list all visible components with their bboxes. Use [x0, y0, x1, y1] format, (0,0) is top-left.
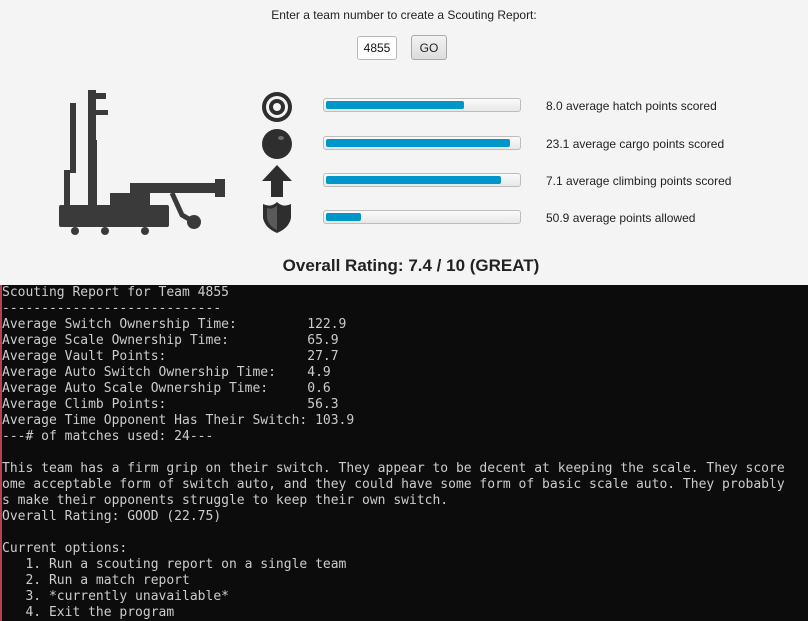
hatch-panel-icon — [262, 92, 292, 122]
points-allowed-bar-fill — [326, 213, 361, 221]
team-number-prompt: Enter a team number to create a Scouting… — [271, 8, 537, 22]
console-line: ome acceptable form of switch auto, and … — [2, 477, 785, 492]
hatch-points-bar — [323, 98, 521, 112]
points-allowed-label: 50.9 average points allowed — [546, 211, 696, 225]
climbing-points-label: 7.1 average climbing points scored — [546, 174, 732, 188]
console-line: Average Time Opponent Has Their Switch: … — [2, 413, 355, 428]
console-line: Scouting Report for Team 4855 — [2, 285, 229, 300]
console-line: s make their opponents struggle to keep … — [2, 493, 449, 508]
console-line: Average Auto Scale Ownership Time: 0.6 — [2, 381, 331, 396]
console-line: Current options: — [2, 541, 128, 556]
shield-icon — [263, 202, 291, 233]
scouting-gui-panel: Enter a team number to create a Scouting… — [0, 0, 808, 285]
cargo-points-bar-fill — [326, 139, 511, 147]
climb-arrow-icon — [262, 165, 292, 197]
cargo-points-label: 23.1 average cargo points scored — [546, 137, 725, 151]
console-line: Average Switch Ownership Time: 122.9 — [2, 317, 347, 332]
console-line: Average Vault Points: 27.7 — [2, 349, 339, 364]
cargo-ball-icon — [262, 129, 292, 159]
go-button[interactable]: GO — [411, 35, 447, 60]
cargo-points-bar — [323, 136, 521, 150]
climbing-points-bar-fill — [326, 176, 501, 184]
console-line: ---------------------------- — [2, 301, 222, 316]
console-line: 1. Run a scouting report on a single tea… — [2, 557, 347, 572]
climbing-points-bar — [323, 173, 521, 187]
team-number-input[interactable] — [357, 36, 397, 60]
console-line: 2. Run a match report — [2, 573, 190, 588]
points-allowed-bar — [323, 210, 521, 224]
console-line: Average Climb Points: 56.3 — [2, 397, 339, 412]
overall-rating-heading: Overall Rating: 7.4 / 10 (GREAT) — [282, 256, 540, 275]
console-line: ---# of matches used: 24--- — [2, 429, 214, 444]
console-line: Average Scale Ownership Time: 65.9 — [2, 333, 339, 348]
console-line: 4. Exit the program — [2, 605, 175, 620]
console-output[interactable]: Scouting Report for Team 4855 -----------… — [0, 285, 808, 621]
console-line: This team has a firm grip on their switc… — [2, 461, 785, 476]
console-line: Average Auto Switch Ownership Time: 4.9 — [2, 365, 331, 380]
hatch-points-label: 8.0 average hatch points scored — [546, 99, 717, 113]
hatch-points-bar-fill — [326, 101, 464, 109]
console-line: 3. *currently unavailable* — [2, 589, 229, 604]
console-line: Overall Rating: GOOD (22.75) — [2, 509, 222, 524]
robot-silhouette-icon — [59, 90, 225, 235]
